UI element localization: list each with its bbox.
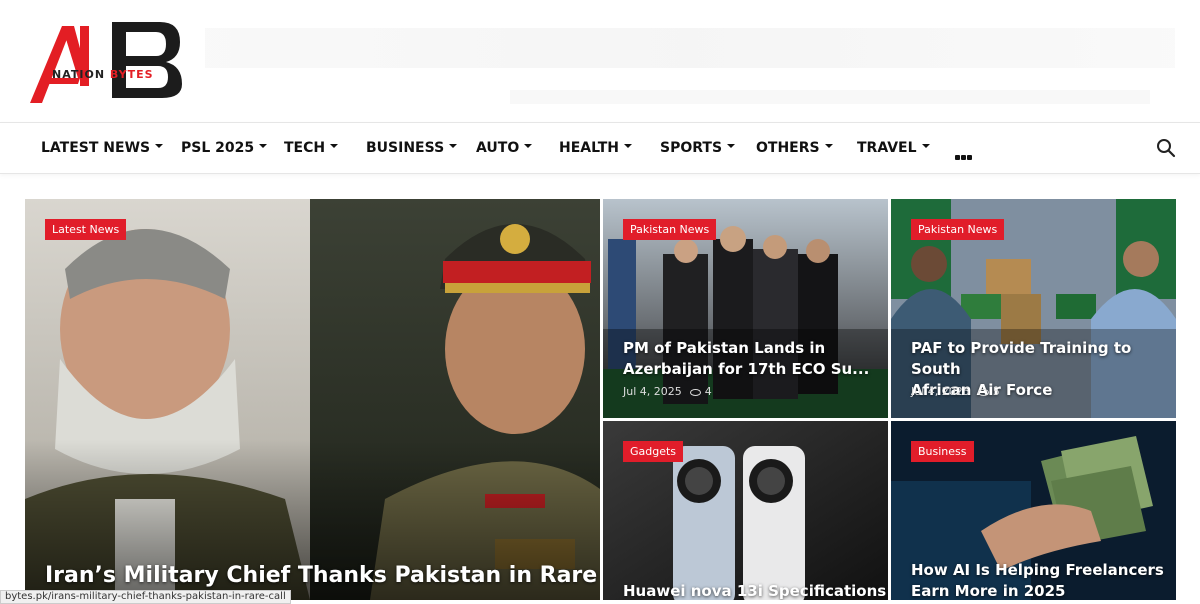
nav-item-health[interactable]: HEALTH [559, 140, 632, 156]
chevron-down-icon [449, 144, 458, 148]
nav-item-psl-2025[interactable]: PSL 2025 [181, 140, 268, 156]
category-badge[interactable]: Pakistan News [911, 219, 1005, 240]
article-title[interactable]: How AI Is Helping Freelancers Earn More … [911, 560, 1164, 600]
article-title[interactable]: Huawei nova 13i Specifications [623, 581, 886, 600]
header-banner-strip [510, 90, 1150, 104]
nav-label: AUTO [476, 140, 520, 156]
nav-item-tech[interactable]: TECH [284, 140, 339, 156]
article-title-line: Earn More in 2025 [911, 582, 1066, 600]
nav-label: OTHERS [756, 140, 820, 156]
logo-mark [30, 22, 182, 103]
article-card[interactable]: Business How AI Is Helping Freelancers E… [891, 421, 1176, 600]
article-title-line: Azerbaijan for 17th ECO Su... [623, 360, 870, 378]
nav-item-latest-news[interactable]: LATEST NEWS [41, 140, 164, 156]
logo-word-bytes: BYTES [109, 68, 154, 81]
chevron-down-icon [155, 144, 164, 148]
chevron-down-icon [727, 144, 736, 148]
nav-item-business[interactable]: BUSINESS [366, 140, 458, 156]
category-badge[interactable]: Pakistan News [623, 219, 717, 240]
article-title[interactable]: PM of Pakistan Lands in Azerbaijan for 1… [623, 338, 869, 380]
article-title-line: PM of Pakistan Lands in [623, 339, 826, 357]
site-logo[interactable]: NATION BYTES [28, 18, 188, 108]
article-date: Jul 4, 2025 [911, 385, 970, 398]
chevron-down-icon [624, 144, 632, 148]
status-bar-url: bytes.pk/irans-military-chief-thanks-pak… [0, 590, 291, 604]
category-badge[interactable]: Gadgets [623, 441, 684, 462]
header-banner [205, 28, 1175, 68]
view-count: 5 [992, 385, 1000, 398]
nav-item-travel[interactable]: TRAVEL [857, 140, 930, 156]
chevron-down-icon [330, 144, 339, 148]
article-title-line: PAF to Provide Training to South [911, 339, 1132, 378]
logo-word-nation: NATION [52, 68, 106, 81]
search-icon[interactable] [1156, 138, 1176, 158]
nav-label: TECH [284, 140, 326, 156]
nav-label: BUSINESS [366, 140, 445, 156]
chevron-down-icon [524, 144, 533, 148]
chevron-down-icon [921, 144, 930, 148]
site-header: NATION BYTES [0, 0, 1200, 122]
nav-item-auto[interactable]: AUTO [476, 140, 533, 156]
nav-item-sports[interactable]: SPORTS [660, 140, 736, 156]
chevron-down-icon [259, 144, 268, 148]
article-meta: Jul 4, 2025 5 [911, 385, 1000, 398]
category-badge[interactable]: Latest News [45, 219, 127, 240]
featured-article-image [25, 199, 600, 600]
nav-label: PSL 2025 [181, 140, 255, 156]
nav-label: SPORTS [660, 140, 723, 156]
nav-label: LATEST NEWS [41, 140, 151, 156]
article-card[interactable]: Gadgets Huawei nova 13i Specifications [603, 421, 888, 600]
nav-label: TRAVEL [857, 140, 917, 156]
article-title-line: How AI Is Helping Freelancers [911, 561, 1164, 579]
logo-wordmark: NATION BYTES [52, 68, 154, 81]
more-dots-icon[interactable] [955, 147, 973, 165]
featured-article-card[interactable]: Latest News Iran’s Military Chief Thanks… [25, 199, 600, 600]
main-navigation: LATEST NEWS PSL 2025 TECH BUSINESS AUTO … [0, 122, 1200, 174]
chevron-down-icon [824, 144, 833, 148]
article-card[interactable]: Pakistan News PM of Pakistan Lands in Az… [603, 199, 888, 418]
article-date: Jul 4, 2025 [623, 385, 682, 398]
category-badge[interactable]: Business [911, 441, 974, 462]
nav-item-others[interactable]: OTHERS [756, 140, 833, 156]
eye-icon [977, 388, 989, 396]
article-title-line: Huawei nova 13i Specifications [623, 582, 887, 600]
nav-label: HEALTH [559, 140, 619, 156]
article-card[interactable]: Pakistan News PAF to Provide Training to… [891, 199, 1176, 418]
eye-icon [689, 388, 701, 396]
view-count: 4 [704, 385, 712, 398]
article-meta: Jul 4, 2025 4 [623, 385, 712, 398]
